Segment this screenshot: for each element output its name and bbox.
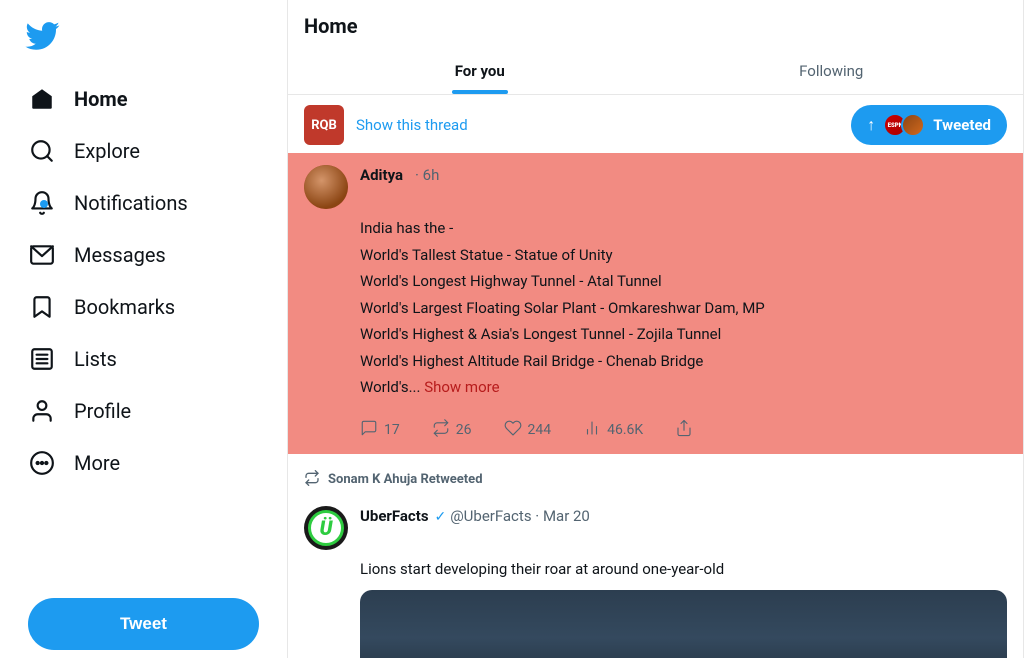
sidebar-item-more-label: More [74, 451, 120, 475]
notification-dot [40, 200, 48, 208]
tweet-body: India has the - World's Tallest Statue -… [360, 217, 1007, 399]
tweet-actions: 17 26 244 [360, 411, 1007, 442]
sidebar-item-profile-label: Profile [74, 399, 131, 423]
sidebar-item-home[interactable]: Home [12, 74, 275, 124]
tweeted-row: RQB Show this thread ↑ ESPN Tweeted [288, 95, 1023, 149]
sidebar: Home Explore [0, 0, 288, 658]
reply-icon [360, 419, 378, 442]
tweet-fact-0: World's Tallest Statue - Statue of Unity [360, 244, 1007, 267]
tweet-intro: India has the - [360, 217, 1007, 240]
page-title: Home [304, 14, 1007, 48]
tweeted-pill-avatars: ESPN [883, 113, 925, 137]
twitter-logo[interactable] [12, 8, 275, 74]
main-header: Home For you Following [288, 0, 1023, 95]
tab-for-you[interactable]: For you [304, 48, 656, 94]
show-more-link[interactable]: Show more [424, 378, 499, 396]
person-icon [28, 398, 56, 424]
tweet-fact-5: World's... Show more [360, 378, 500, 396]
tabs: For you Following [304, 48, 1007, 94]
tweeted-label: Tweeted [933, 116, 991, 134]
retweet-icon [432, 419, 450, 442]
views-icon [583, 419, 601, 442]
sidebar-item-bookmarks[interactable]: Bookmarks [12, 282, 275, 332]
uberfacts-handle: @UberFacts · Mar 20 [450, 507, 590, 525]
home-icon [28, 86, 56, 112]
tab-following[interactable]: Following [656, 48, 1008, 94]
share-action[interactable] [675, 419, 693, 442]
sidebar-item-lists[interactable]: Lists [12, 334, 275, 384]
sidebar-nav: Home Explore [12, 74, 275, 586]
up-arrow-icon: ↑ [867, 115, 875, 135]
sidebar-item-bookmarks-label: Bookmarks [74, 295, 175, 319]
uberfacts-avatar[interactable]: Ü [304, 506, 348, 550]
rqb-avatar: RQB [304, 105, 344, 145]
list-icon [28, 346, 56, 372]
sidebar-item-lists-label: Lists [74, 347, 117, 371]
show-thread-link[interactable]: Show this thread [356, 116, 839, 134]
uberfacts-author[interactable]: UberFacts [360, 507, 429, 525]
tweet-meta: Aditya · 6h [360, 165, 1007, 184]
verified-icon: ✓ [435, 509, 447, 525]
retweet-action[interactable]: 26 [432, 419, 472, 442]
circle-dots-icon [28, 450, 56, 476]
sidebar-item-notifications[interactable]: Notifications [12, 178, 275, 228]
sidebar-item-messages-label: Messages [74, 243, 166, 267]
user-avatar-pill [901, 113, 925, 137]
sidebar-item-notifications-label: Notifications [74, 191, 188, 215]
views-action[interactable]: 46.6K [583, 419, 643, 442]
tweet-fact-1: World's Longest Highway Tunnel - Atal Tu… [360, 270, 1007, 293]
uberfacts-logo: Ü [308, 510, 344, 546]
uberfacts-tweet-header: Ü UberFacts ✓ @UberFacts · Mar 20 [304, 506, 1007, 550]
uberfacts-text: Lions start developing their roar at aro… [360, 558, 1007, 581]
tweet-header: Aditya · 6h [304, 165, 1007, 209]
mail-icon [28, 242, 56, 268]
aditya-avatar[interactable] [304, 165, 348, 209]
sidebar-item-explore[interactable]: Explore [12, 126, 275, 176]
explore-icon [28, 138, 56, 164]
retweet-notice-icon [304, 470, 320, 490]
tweet-author[interactable]: Aditya [360, 166, 403, 184]
like-count: 244 [528, 422, 552, 438]
uberfacts-meta: UberFacts ✓ @UberFacts · Mar 20 [360, 506, 1007, 525]
tweet-card-aditya: Aditya · 6h India has the - World's Tall… [288, 153, 1023, 454]
tweet-button[interactable]: Tweet [28, 598, 259, 650]
bell-icon [28, 190, 56, 216]
like-icon [504, 419, 522, 442]
tweet-card-uberfacts: Ü UberFacts ✓ @UberFacts · Mar 20 Lions … [288, 494, 1023, 658]
tweeted-pill[interactable]: ↑ ESPN Tweeted [851, 105, 1007, 145]
tweet-fact-2: World's Largest Floating Solar Plant - O… [360, 297, 1007, 320]
sidebar-item-explore-label: Explore [74, 139, 140, 163]
tweet-image [360, 590, 1007, 658]
sidebar-item-more[interactable]: More [12, 438, 275, 488]
retweet-count: 26 [456, 422, 472, 438]
sidebar-item-home-label: Home [74, 87, 128, 111]
sidebar-item-profile[interactable]: Profile [12, 386, 275, 436]
uberfacts-body: Lions start developing their roar at aro… [360, 558, 1007, 581]
share-icon [675, 419, 693, 442]
views-count: 46.6K [607, 422, 643, 438]
reply-count: 17 [384, 422, 400, 438]
main-feed: Home For you Following RQB Show this thr… [288, 0, 1024, 658]
tweet-fact-3: World's Highest & Asia's Longest Tunnel … [360, 323, 1007, 346]
reply-action[interactable]: 17 [360, 419, 400, 442]
like-action[interactable]: 244 [504, 419, 552, 442]
bookmark-icon [28, 294, 56, 320]
tweet-time: · 6h [415, 166, 439, 184]
retweet-notice-text: Sonam K Ahuja Retweeted [328, 472, 483, 487]
sidebar-item-messages[interactable]: Messages [12, 230, 275, 280]
retweet-notice: Sonam K Ahuja Retweeted [288, 458, 1023, 494]
tweet-fact-4: World's Highest Altitude Rail Bridge - C… [360, 350, 1007, 373]
